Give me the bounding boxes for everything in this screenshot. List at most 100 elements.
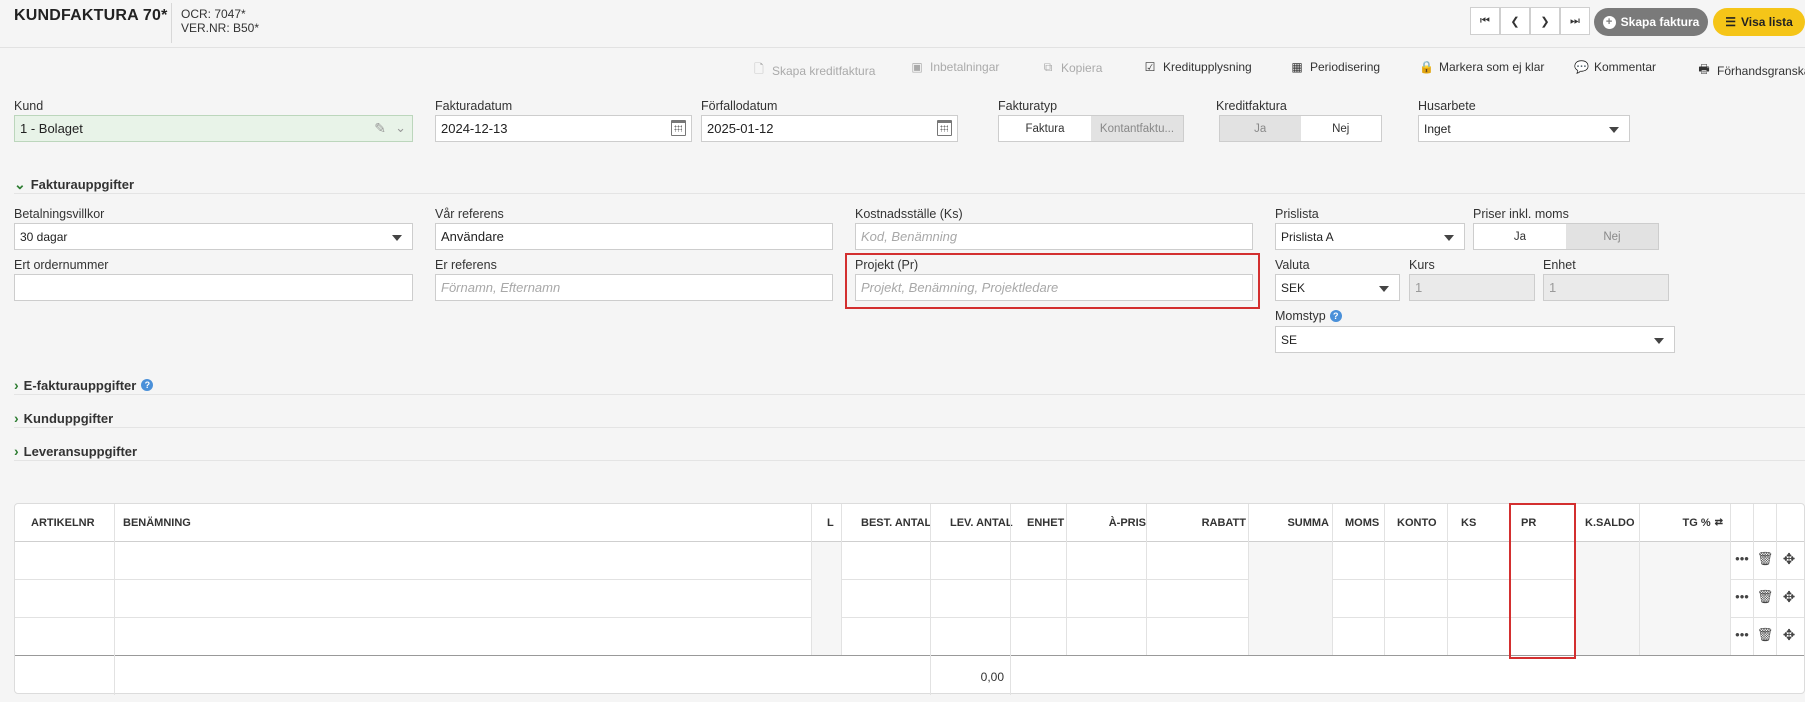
e-invoice-section-toggle[interactable]: › E-fakturauppgifter ? bbox=[14, 377, 154, 393]
your-order-field[interactable] bbox=[14, 274, 413, 301]
copy-button[interactable]: ⧉ Kopiera bbox=[1041, 60, 1103, 75]
house-work-label: Husarbete bbox=[1418, 99, 1476, 113]
first-page-button[interactable]: ⏮ bbox=[1470, 7, 1500, 35]
invoice-details-title: Fakturauppgifter bbox=[30, 177, 135, 192]
prices-incl-vat-no[interactable]: Nej bbox=[1566, 224, 1658, 249]
credit-invoice-toggle: Ja Nej bbox=[1219, 115, 1382, 142]
col-header-description[interactable]: BENÄMNING bbox=[115, 504, 715, 541]
col-divider bbox=[1776, 504, 1777, 655]
due-date-field[interactable]: 2025-01-12 bbox=[701, 115, 958, 142]
col-header-tg[interactable]: TG % ⇄ bbox=[1641, 504, 1731, 541]
vat-type-select[interactable]: SE bbox=[1275, 326, 1675, 353]
col-divider bbox=[1730, 504, 1731, 655]
invoice-details-section-toggle[interactable]: ⌄ Fakturauppgifter bbox=[14, 176, 134, 193]
mark-unfinished-label: Markera som ej klar bbox=[1439, 60, 1545, 74]
accrual-button[interactable]: ▦ Periodisering bbox=[1290, 60, 1380, 74]
dropdown-arrow-icon bbox=[1654, 338, 1664, 344]
payments-button[interactable]: ▣ Inbetalningar bbox=[910, 60, 999, 74]
preview-button[interactable]: 🖶 Förhandsgranska bbox=[1697, 60, 1805, 81]
refresh-icon: ⇄ bbox=[1714, 517, 1723, 528]
prev-page-button[interactable]: ❮ bbox=[1500, 7, 1530, 35]
our-reference-label: Vår referens bbox=[435, 207, 504, 221]
your-order-label: Ert ordernummer bbox=[14, 258, 109, 272]
show-list-label: Visa lista bbox=[1740, 15, 1793, 29]
title-divider bbox=[171, 3, 172, 43]
trash-icon[interactable]: 🗑 bbox=[1755, 627, 1775, 643]
col-header-ks[interactable]: KS bbox=[1453, 504, 1513, 541]
create-credit-invoice-button[interactable]: 🗋 Skapa kreditfaktura bbox=[752, 60, 875, 81]
col-header-sum[interactable]: SUMMA bbox=[1253, 504, 1337, 541]
credit-invoice-yes[interactable]: Ja bbox=[1220, 116, 1301, 141]
trash-icon[interactable]: 🗑 bbox=[1755, 551, 1775, 567]
col-divider bbox=[1010, 504, 1011, 695]
create-invoice-button[interactable]: + Skapa faktura bbox=[1594, 8, 1708, 36]
your-reference-field[interactable]: Förnamn, Efternamn bbox=[435, 274, 833, 301]
customer-label: Kund bbox=[14, 99, 44, 113]
move-icon[interactable]: ✥ bbox=[1779, 588, 1799, 606]
more-icon[interactable]: ••• bbox=[1732, 551, 1752, 566]
edit-icon[interactable]: ✎ bbox=[374, 120, 386, 137]
customer-field[interactable]: 1 - Bolaget ✎ ⌄ bbox=[14, 115, 413, 142]
payment-terms-select[interactable]: 30 dagar bbox=[14, 223, 413, 250]
credit-report-button[interactable]: ☑ Kreditupplysning bbox=[1143, 60, 1252, 74]
house-work-select[interactable]: Inget bbox=[1418, 115, 1630, 142]
ver-number: VER.NR: B50* bbox=[181, 21, 260, 35]
comment-button[interactable]: 💬 Kommentar bbox=[1574, 60, 1656, 74]
mark-unfinished-button[interactable]: 🔒 Markera som ej klar bbox=[1419, 60, 1544, 74]
project-placeholder: Projekt, Benämning, Projektledare bbox=[861, 280, 1059, 295]
delivery-section-title: Leveransuppgifter bbox=[23, 443, 138, 459]
col-stock-tg-shade bbox=[1575, 542, 1730, 655]
col-header-stock[interactable]: K.SALDO bbox=[1577, 504, 1641, 541]
currency-select[interactable]: SEK bbox=[1275, 274, 1400, 301]
col-header-pr[interactable]: PR bbox=[1513, 504, 1577, 541]
preview-label: Förhandsgranska bbox=[1717, 63, 1805, 78]
move-icon[interactable]: ✥ bbox=[1779, 550, 1799, 568]
house-work-value: Inget bbox=[1424, 121, 1451, 136]
delivery-section-toggle[interactable]: › Leveransuppgifter bbox=[14, 443, 137, 459]
total-sum: 0,00 bbox=[980, 670, 1004, 684]
printer-icon: 🖶 bbox=[1698, 62, 1710, 76]
trash-icon[interactable]: 🗑 bbox=[1755, 589, 1775, 605]
help-icon[interactable]: ? bbox=[141, 379, 154, 391]
last-page-button[interactable]: ⏭ bbox=[1560, 7, 1590, 35]
customer-section-toggle[interactable]: › Kunduppgifter bbox=[14, 410, 113, 426]
col-header-unit-price[interactable]: À-PRIS bbox=[1075, 504, 1154, 541]
show-list-button[interactable]: ☰ Visa lista bbox=[1713, 8, 1805, 36]
credit-invoice-no[interactable]: Nej bbox=[1300, 116, 1381, 141]
first-icon: ⏮ bbox=[1480, 14, 1490, 27]
col-header-vat[interactable]: MOMS bbox=[1337, 504, 1389, 541]
calendar-icon[interactable] bbox=[671, 120, 686, 136]
invoice-type-cash[interactable]: Kontantfaktu... bbox=[1091, 116, 1183, 141]
cost-center-placeholder: Kod, Benämning bbox=[861, 229, 958, 244]
more-icon[interactable]: ••• bbox=[1732, 627, 1752, 642]
e-invoice-title: E-fakturauppgifter bbox=[23, 377, 137, 393]
chevron-down-icon[interactable]: ⌄ bbox=[395, 120, 406, 136]
col-header-account[interactable]: KONTO bbox=[1389, 504, 1453, 541]
col-divider bbox=[1248, 504, 1249, 655]
help-icon[interactable]: ? bbox=[1329, 310, 1342, 322]
col-header-discount[interactable]: RABATT bbox=[1154, 504, 1254, 541]
invoice-date-field[interactable]: 2024-12-13 bbox=[435, 115, 692, 142]
our-reference-field[interactable]: Användare bbox=[435, 223, 833, 250]
more-icon[interactable]: ••• bbox=[1732, 589, 1752, 604]
cost-center-field[interactable]: Kod, Benämning bbox=[855, 223, 1253, 250]
comment-label: Kommentar bbox=[1594, 60, 1657, 74]
create-invoice-label: Skapa faktura bbox=[1620, 15, 1700, 29]
calendar-icon[interactable] bbox=[937, 120, 952, 136]
price-list-select[interactable]: Prislista A bbox=[1275, 223, 1465, 250]
row-divider bbox=[15, 617, 1804, 618]
prices-incl-vat-yes[interactable]: Ja bbox=[1474, 224, 1566, 249]
col-l-shade bbox=[811, 542, 841, 655]
project-field[interactable]: Projekt, Benämning, Projektledare bbox=[855, 274, 1253, 301]
dropdown-arrow-icon bbox=[1609, 127, 1619, 133]
invoice-type-faktura[interactable]: Faktura bbox=[999, 116, 1091, 141]
col-divider bbox=[1753, 504, 1754, 655]
col-divider bbox=[1146, 504, 1147, 655]
next-page-button[interactable]: ❯ bbox=[1530, 7, 1560, 35]
col-divider bbox=[1447, 504, 1448, 655]
move-icon[interactable]: ✥ bbox=[1779, 626, 1799, 644]
col-divider bbox=[1510, 504, 1511, 655]
section-divider bbox=[14, 394, 1805, 395]
checkbox-icon: ☑ bbox=[1144, 60, 1156, 74]
col-header-article[interactable]: ARTIKELNR bbox=[15, 504, 115, 541]
